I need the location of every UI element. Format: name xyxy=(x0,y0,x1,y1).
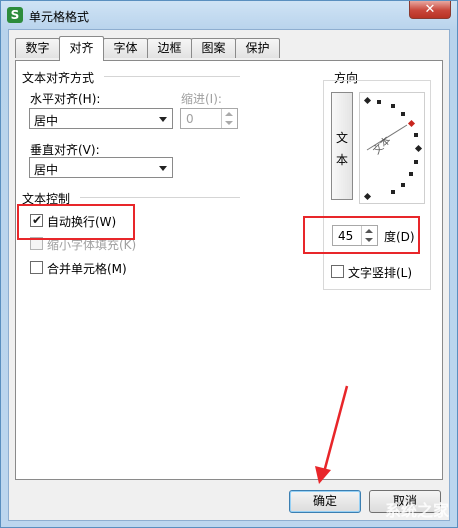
dialog-title: 单元格格式 xyxy=(29,10,90,24)
tab-alignment[interactable]: 对齐 xyxy=(59,36,104,61)
indent-label: 缩进(I): xyxy=(181,92,222,106)
orientation-dial[interactable]: 文本 xyxy=(359,92,425,204)
dialog-client-area: 数字 对齐 字体 边框 图案 保护 文本对齐方式 水平对齐(H): 居中 缩进(… xyxy=(8,29,450,521)
text-alignment-group-title: 文本对齐方式 xyxy=(22,71,95,85)
tab-border[interactable]: 边框 xyxy=(147,38,192,58)
indent-stepper[interactable]: 0 xyxy=(180,108,238,129)
dial-needle xyxy=(366,124,408,151)
chevron-down-icon xyxy=(159,117,167,122)
title-bar: S 单元格格式 ✕ xyxy=(1,1,457,29)
merge-cells-label[interactable]: 合并单元格(M) xyxy=(47,260,127,277)
watermark: 系统之家 xyxy=(384,501,449,520)
tab-pattern[interactable]: 图案 xyxy=(191,38,236,58)
horizontal-align-value: 居中 xyxy=(34,114,59,128)
horizontal-align-select[interactable]: 居中 xyxy=(29,108,173,129)
close-icon: ✕ xyxy=(424,2,436,17)
close-button[interactable]: ✕ xyxy=(409,1,451,19)
vertical-text-button[interactable]: 文 本 xyxy=(331,92,353,200)
wps-spreadsheet-icon: S xyxy=(7,7,23,23)
tab-font[interactable]: 字体 xyxy=(103,38,148,58)
ok-button[interactable]: 确定 xyxy=(289,490,361,513)
highlight-wrap-text xyxy=(17,204,135,240)
vertical-align-select[interactable]: 居中 xyxy=(29,157,173,178)
chevron-down-icon xyxy=(159,166,167,171)
stacked-text-checkbox[interactable] xyxy=(331,265,344,278)
vertical-text-char: 文 xyxy=(336,131,349,145)
format-cells-dialog: S 单元格格式 ✕ 数字 对齐 字体 边框 图案 保护 文本对齐方式 水平对齐(… xyxy=(0,0,458,528)
group-divider xyxy=(104,76,240,78)
spin-down-icon xyxy=(225,121,233,125)
annotation-arrow xyxy=(315,385,349,484)
highlight-degrees xyxy=(303,216,420,254)
tab-protection[interactable]: 保护 xyxy=(235,38,280,58)
vertical-align-label: 垂直对齐(V): xyxy=(30,143,100,157)
merge-cells-checkbox[interactable] xyxy=(30,261,43,274)
indent-value: 0 xyxy=(186,112,194,126)
spin-up-icon xyxy=(225,112,233,116)
stacked-text-label[interactable]: 文字竖排(L) xyxy=(348,264,412,281)
vertical-text-char: 本 xyxy=(336,153,349,167)
tab-number[interactable]: 数字 xyxy=(15,38,60,58)
horizontal-align-label: 水平对齐(H): xyxy=(30,92,101,106)
vertical-align-value: 居中 xyxy=(34,163,59,177)
group-divider xyxy=(80,197,240,199)
indent-spin-buttons xyxy=(221,109,237,128)
